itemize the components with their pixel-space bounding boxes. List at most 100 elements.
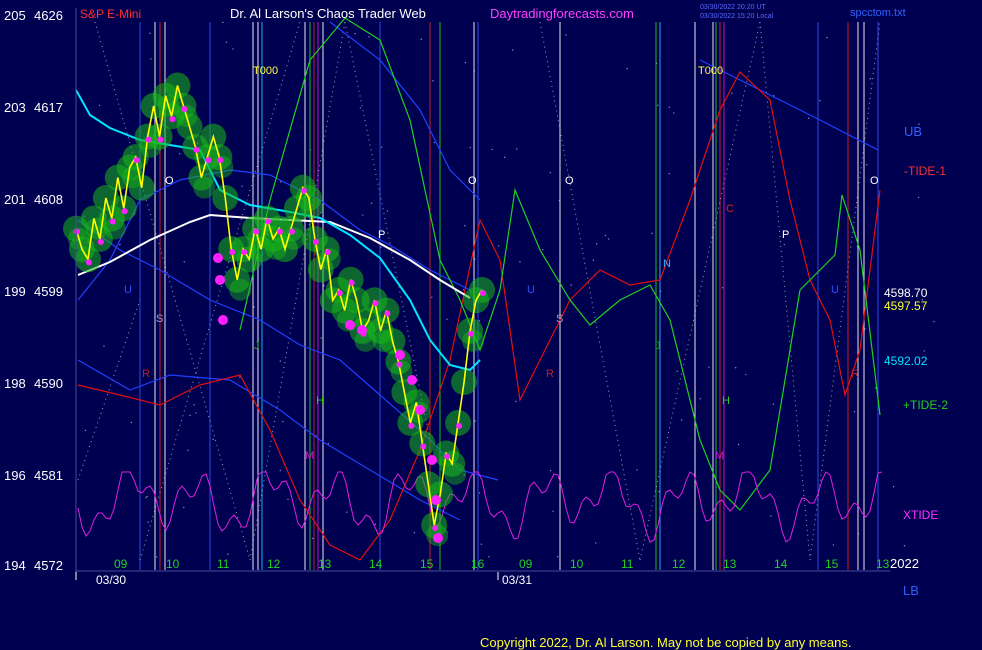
chaos-dot [133,157,140,164]
star [241,185,243,187]
x-tick-label: 11 [217,557,230,571]
star [819,99,821,102]
planet-letter: H [316,395,324,407]
star [183,506,185,509]
star [212,438,214,441]
star [923,350,925,352]
chaos-dot [433,533,443,543]
star [542,248,544,251]
star [651,232,653,235]
x-tick-label: 12 [267,557,281,571]
y-tick-left: 194 [4,558,26,573]
planet-letter: O [468,175,477,187]
chaos-dot [372,300,379,307]
star [636,469,638,471]
chaos-dot [312,238,319,245]
star [433,141,436,144]
x-tick-label: 13 [318,557,332,571]
star [668,106,671,109]
x-tick-label: 10 [570,557,584,571]
star [462,289,465,291]
chaos-dot [215,275,225,285]
chaos-dot [415,405,425,415]
x-tick-label: 12 [672,557,686,571]
star [279,469,281,472]
star [98,104,101,107]
glow-cluster [193,176,216,199]
chaos-dot [205,157,212,164]
star [721,287,724,289]
chaos-dot [97,238,104,245]
star [225,41,228,43]
star [699,398,701,400]
star [323,284,325,287]
star [193,404,195,406]
star [464,62,467,64]
x-axis-labels: 09 10 11 12 13 14 15 16 09 10 11 12 13 1… [75,556,919,598]
xtide-label: XTIDE [903,508,938,522]
x-tick-label: 13 [876,557,890,571]
glow-cluster [444,462,467,485]
date-label: 03/30 [96,573,126,587]
xtide-curve [77,471,883,543]
star [380,146,383,148]
y-tick-price: 4599 [34,284,63,299]
star-field [83,21,935,558]
star [279,360,282,362]
star [183,261,185,263]
planet-letter: R [546,368,554,380]
star [346,511,348,513]
star [103,345,105,347]
chaos-dot [336,290,343,296]
star [516,148,518,150]
star [354,32,356,35]
x-tick-label: 15 [825,557,839,571]
star [903,545,906,547]
star [146,495,148,498]
chaos-dot [157,136,164,143]
star [187,449,189,452]
tide2-label: +TIDE-2 [903,398,948,412]
star [512,49,514,51]
planet-letter: N [663,258,671,270]
star [832,544,835,546]
star [770,515,772,517]
timestamp-utc: 03/30/2022 20:20 UT [700,4,766,11]
star [783,243,786,246]
planet-letter: M [715,450,724,462]
ma-value: 4592.02 [884,354,928,368]
chaos-dot [396,361,403,368]
chaos-dot [288,228,295,235]
star [478,492,481,494]
star [552,510,554,512]
star [734,367,737,369]
planet-letter: S [156,313,163,325]
star [84,429,87,432]
star [145,497,147,499]
star [253,306,255,308]
star [359,107,362,109]
star [374,523,376,526]
planet-letter: O [565,175,574,187]
star [933,320,935,323]
star [515,400,517,403]
chaos-dot [407,375,417,385]
chaos-dot [169,116,176,123]
star [420,38,422,40]
star [155,556,158,558]
y-tick-price: 4572 [34,558,63,573]
star [731,92,733,94]
star [488,556,490,558]
ub-label: UB [904,124,922,139]
star [892,485,895,488]
star [432,80,434,82]
planet-letter: U [527,284,535,296]
star [480,543,483,545]
star [279,181,282,183]
planet-letter: R [142,368,150,380]
y-tick-left: 199 [4,284,26,299]
star [604,234,606,237]
star [130,421,133,424]
chaos-dot [217,157,224,164]
site-link[interactable]: Daytradingforecasts.com [490,6,634,21]
